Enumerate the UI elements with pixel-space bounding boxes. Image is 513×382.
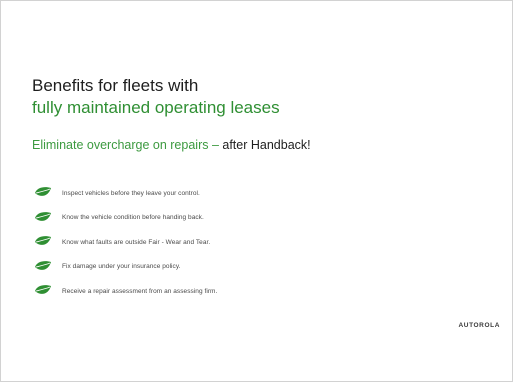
subtitle-emphasis: after Handback! <box>218 138 311 152</box>
slide-title-line-2: fully maintained operating leases <box>32 98 280 117</box>
benefit-item: Know the vehicle condition before handin… <box>34 206 217 231</box>
slide-frame: Benefits for fleets with fully maintaine… <box>0 0 513 382</box>
leaf-icon <box>35 260 51 270</box>
slide-title-line-1: Benefits for fleets with <box>32 76 199 95</box>
benefit-item: Know what faults are outside Fair - Wear… <box>34 230 217 255</box>
benefit-item: Receive a repair assessment from an asse… <box>34 279 217 304</box>
benefit-item: Inspect vehicles before they leave your … <box>34 181 217 206</box>
benefit-list: Inspect vehicles before they leave your … <box>34 181 217 304</box>
benefit-item: Fix damage under your insurance policy. <box>34 255 217 280</box>
benefit-text: Know the vehicle condition before handin… <box>62 214 204 222</box>
benefit-text: Receive a repair assessment from an asse… <box>62 287 218 295</box>
subtitle-highlight: Eliminate overcharge on repairs – <box>32 138 219 152</box>
leaf-icon <box>35 236 51 246</box>
slide: Benefits for fleets with fully maintaine… <box>10 11 512 341</box>
benefit-text: Inspect vehicles before they leave your … <box>62 189 200 197</box>
leaf-icon <box>35 211 51 221</box>
benefit-text: Know what faults are outside Fair - Wear… <box>62 238 211 246</box>
slide-subtitle: Eliminate overcharge on repairs – after … <box>32 138 311 152</box>
brand-logo: AUTOROLA <box>458 322 500 329</box>
leaf-icon <box>35 187 51 197</box>
leaf-icon <box>35 285 51 295</box>
benefit-text: Fix damage under your insurance policy. <box>62 263 181 271</box>
